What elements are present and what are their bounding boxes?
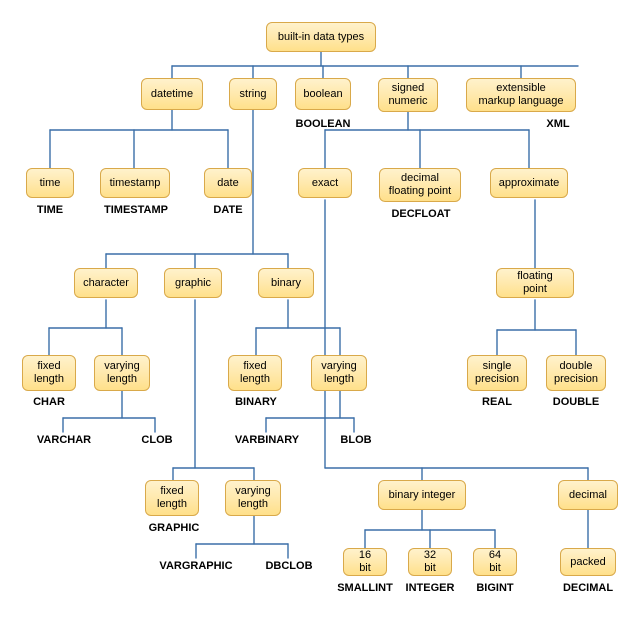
diagram-canvas: built-in data types datetime string bool… bbox=[0, 0, 641, 626]
node-32bit: 32 bit bbox=[408, 548, 452, 576]
node-boolean: boolean bbox=[295, 78, 351, 110]
label-decimal: DECIMAL bbox=[558, 582, 618, 594]
label-xml: XML bbox=[540, 118, 576, 130]
node-root: built-in data types bbox=[266, 22, 376, 52]
node-64bit: 64 bit bbox=[473, 548, 517, 576]
node-character: character bbox=[74, 268, 138, 298]
node-graphic: graphic bbox=[164, 268, 222, 298]
label-binary: BINARY bbox=[229, 396, 283, 408]
node-bin-varying: varying length bbox=[311, 355, 367, 391]
node-timestamp: timestamp bbox=[100, 168, 170, 198]
node-char-varying: varying length bbox=[94, 355, 150, 391]
node-exact: exact bbox=[298, 168, 352, 198]
label-smallint: SMALLINT bbox=[333, 582, 397, 594]
label-integer: INTEGER bbox=[402, 582, 458, 594]
node-decimal: decimal bbox=[558, 480, 618, 510]
label-graphic: GRAPHIC bbox=[143, 522, 205, 534]
node-string: string bbox=[229, 78, 277, 110]
label-char: CHAR bbox=[28, 396, 70, 408]
label-timestamp: TIMESTAMP bbox=[99, 204, 173, 216]
node-time: time bbox=[26, 168, 74, 198]
node-datetime: datetime bbox=[141, 78, 203, 110]
label-dbclob: DBCLOB bbox=[258, 560, 320, 572]
node-bin-fixed: fixed length bbox=[228, 355, 282, 391]
label-vargraphic: VARGRAPHIC bbox=[155, 560, 237, 572]
node-signed-numeric: signed numeric bbox=[378, 78, 438, 112]
node-xml: extensible markup language bbox=[466, 78, 576, 112]
label-blob: BLOB bbox=[335, 434, 377, 446]
node-decfloat: decimal floating point bbox=[379, 168, 461, 202]
node-16bit: 16 bit bbox=[343, 548, 387, 576]
label-real: REAL bbox=[476, 396, 518, 408]
label-decfloat: DECFLOAT bbox=[388, 208, 454, 220]
label-bigint: BIGINT bbox=[470, 582, 520, 594]
label-varchar: VARCHAR bbox=[32, 434, 96, 446]
label-varbinary: VARBINARY bbox=[230, 434, 304, 446]
node-char-fixed: fixed length bbox=[22, 355, 76, 391]
node-single-precision: single precision bbox=[467, 355, 527, 391]
label-double: DOUBLE bbox=[549, 396, 603, 408]
label-boolean: BOOLEAN bbox=[293, 118, 353, 130]
node-graphic-varying: varying length bbox=[225, 480, 281, 516]
label-date: DATE bbox=[208, 204, 248, 216]
node-graphic-fixed: fixed length bbox=[145, 480, 199, 516]
label-clob: CLOB bbox=[136, 434, 178, 446]
node-binary-integer: binary integer bbox=[378, 480, 466, 510]
node-binary: binary bbox=[258, 268, 314, 298]
node-floating-point: floating point bbox=[496, 268, 574, 298]
node-approximate: approximate bbox=[490, 168, 568, 198]
node-packed: packed bbox=[560, 548, 616, 576]
label-time: TIME bbox=[31, 204, 69, 216]
node-double-precision: double precision bbox=[546, 355, 606, 391]
node-date: date bbox=[204, 168, 252, 198]
